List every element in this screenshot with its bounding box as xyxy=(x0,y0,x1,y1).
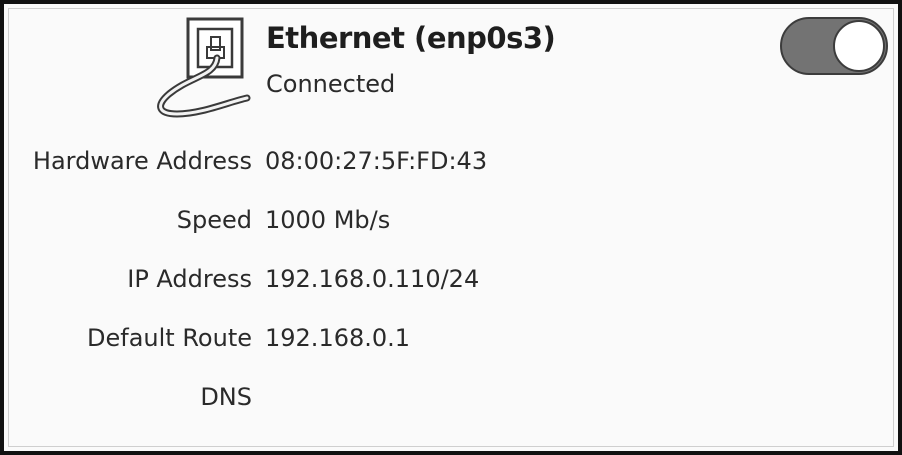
ip-address-value: 192.168.0.110/24 xyxy=(265,265,480,293)
detail-row-ip-address: IP Address 192.168.0.110/24 xyxy=(4,265,902,299)
default-route-label: Default Route xyxy=(87,324,252,352)
detail-row-default-route: Default Route 192.168.0.1 xyxy=(4,324,902,358)
connection-name: Ethernet (enp0s3) xyxy=(266,21,556,55)
detail-row-hardware-address: Hardware Address 08:00:27:5F:FD:43 xyxy=(4,147,902,181)
speed-label: Speed xyxy=(176,206,252,234)
network-details-panel: Ethernet (enp0s3) Connected Hardware Add… xyxy=(0,0,902,455)
ethernet-port-icon xyxy=(157,17,251,118)
speed-value: 1000 Mb/s xyxy=(265,206,391,234)
detail-row-speed: Speed 1000 Mb/s xyxy=(4,206,902,240)
connection-toggle[interactable] xyxy=(780,17,888,75)
hardware-address-label: Hardware Address xyxy=(32,147,252,175)
ip-address-label: IP Address xyxy=(127,265,252,293)
detail-row-dns: DNS xyxy=(4,383,902,417)
connection-status: Connected xyxy=(266,70,396,98)
toggle-knob[interactable] xyxy=(833,20,885,72)
default-route-value: 192.168.0.1 xyxy=(265,324,411,352)
dns-label: DNS xyxy=(200,383,252,411)
hardware-address-value: 08:00:27:5F:FD:43 xyxy=(265,147,488,175)
